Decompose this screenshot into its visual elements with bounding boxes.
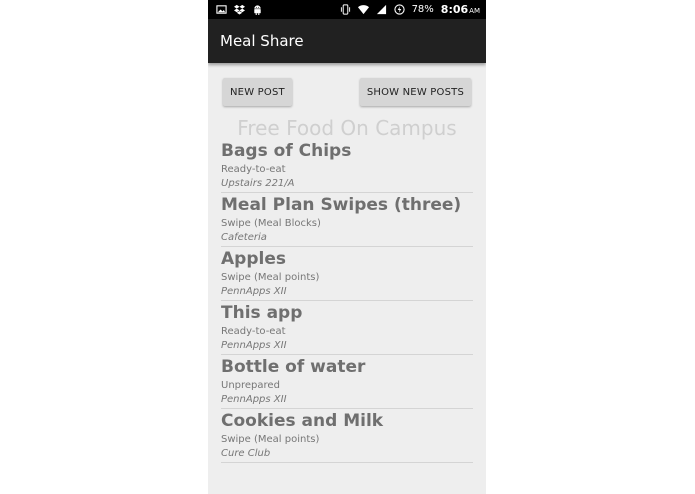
post-type: Swipe (Meal points) bbox=[221, 434, 320, 445]
list-item[interactable]: Cookies and Milk Swipe (Meal points) Cur… bbox=[221, 410, 473, 463]
clock-time: 8:06 bbox=[440, 3, 469, 16]
android-icon bbox=[252, 4, 263, 15]
post-location: PennApps XII bbox=[221, 340, 287, 351]
post-title: Bags of Chips bbox=[221, 141, 352, 161]
post-location: Cafeteria bbox=[221, 232, 267, 243]
post-type: Ready-to-eat bbox=[221, 164, 286, 175]
image-icon bbox=[216, 4, 227, 15]
section-title: Free Food On Campus bbox=[237, 116, 457, 140]
post-location: PennApps XII bbox=[221, 286, 287, 297]
post-type: Unprepared bbox=[221, 380, 280, 391]
post-type: Swipe (Meal points) bbox=[221, 272, 320, 283]
post-title: Meal Plan Swipes (three) bbox=[221, 195, 462, 215]
post-title: Apples bbox=[221, 249, 286, 269]
post-type: Ready-to-eat bbox=[221, 326, 286, 337]
list-item[interactable]: Apples Swipe (Meal points) PennApps XII bbox=[221, 248, 473, 301]
vibrate-icon bbox=[340, 4, 351, 15]
status-left bbox=[216, 4, 263, 15]
clock-ampm: AM bbox=[469, 7, 480, 15]
new-post-button[interactable]: NEW POST bbox=[223, 78, 292, 106]
show-new-posts-button[interactable]: SHOW NEW POSTS bbox=[359, 78, 471, 106]
app-bar: Meal Share bbox=[208, 19, 486, 63]
status-bar: 78% 8:06AM bbox=[208, 0, 486, 19]
phone-screen: 78% 8:06AM Meal Share NEW POST SHOW NEW … bbox=[208, 0, 486, 494]
post-location: Upstairs 221/A bbox=[221, 178, 295, 189]
list-item[interactable]: This app Ready-to-eat PennApps XII bbox=[221, 302, 473, 355]
posts-list: Bags of Chips Ready-to-eat Upstairs 221/… bbox=[221, 140, 473, 463]
post-title: Cookies and Milk bbox=[221, 411, 384, 431]
battery-icon bbox=[393, 4, 405, 15]
status-right: 78% 8:06AM bbox=[340, 3, 480, 16]
list-item[interactable]: Bottle of water Unprepared PennApps XII bbox=[221, 356, 473, 409]
list-item[interactable]: Bags of Chips Ready-to-eat Upstairs 221/… bbox=[221, 140, 473, 193]
post-location: PennApps XII bbox=[221, 394, 287, 405]
battery-percentage: 78% bbox=[411, 4, 434, 15]
post-location: Cure Club bbox=[221, 448, 271, 459]
wifi-icon bbox=[357, 4, 369, 15]
app-title: Meal Share bbox=[220, 32, 304, 50]
post-title: Bottle of water bbox=[221, 357, 366, 377]
clock: 8:06AM bbox=[441, 3, 480, 16]
list-item[interactable]: Meal Plan Swipes (three) Swipe (Meal Blo… bbox=[221, 194, 473, 247]
post-type: Swipe (Meal Blocks) bbox=[221, 218, 321, 229]
signal-icon bbox=[376, 4, 387, 15]
post-title: This app bbox=[221, 303, 303, 323]
dropbox-icon bbox=[234, 4, 245, 15]
main-content: NEW POST SHOW NEW POSTS Free Food On Cam… bbox=[208, 63, 486, 463]
action-row: NEW POST SHOW NEW POSTS bbox=[221, 78, 473, 106]
